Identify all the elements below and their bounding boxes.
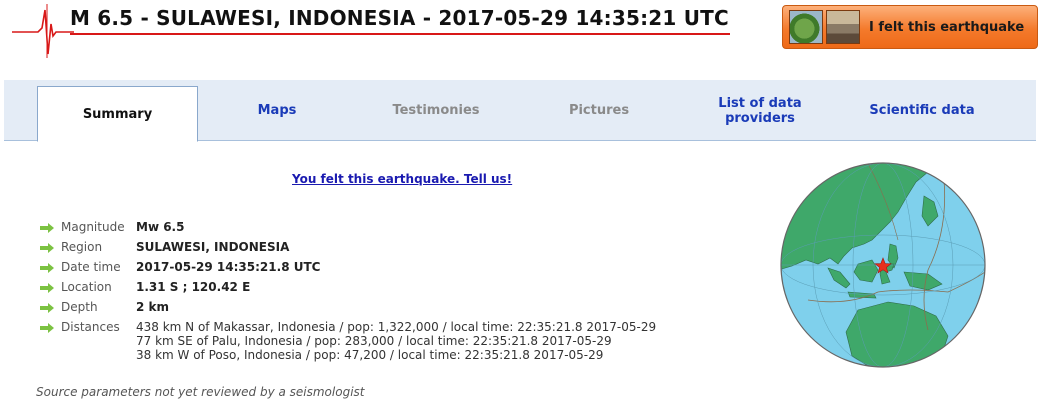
distances-label: Distances [61, 320, 120, 334]
damaged-house-thumbnail-icon [826, 10, 860, 44]
green-arrow-icon [40, 323, 54, 333]
region-label: Region [61, 240, 103, 254]
datetime-label: Date time [61, 260, 121, 274]
green-arrow-icon [40, 283, 54, 293]
distance-line: 38 km W of Poso, Indonesia / pop: 47,200… [136, 348, 604, 362]
tab-bar: Summary Maps Testimonies Pictures List o… [4, 80, 1036, 142]
depth-label: Depth [61, 300, 98, 314]
location-value: 1.31 S ; 120.42 E [136, 280, 251, 294]
location-label: Location [61, 280, 112, 294]
magnitude-label: Magnitude [61, 220, 125, 234]
tab-list-of-data-providers[interactable]: List of data providers [704, 80, 816, 141]
green-arrow-icon [40, 223, 54, 233]
epicenter-globe-map [780, 162, 986, 368]
tab-testimonies: Testimonies [392, 103, 480, 118]
page-header: M 6.5 - SULAWESI, INDONESIA - 2017-05-29… [0, 0, 1045, 62]
felt-button-label: I felt this earthquake [869, 19, 1025, 35]
depth-value: 2 km [136, 300, 170, 314]
distances-list: 438 km N of Makassar, Indonesia / pop: 1… [136, 320, 656, 362]
region-value: SULAWESI, INDONESIA [136, 240, 290, 254]
green-arrow-icon [40, 243, 54, 253]
page-title: M 6.5 - SULAWESI, INDONESIA - 2017-05-29… [70, 6, 729, 30]
magnitude-row: Magnitude Mw 6.5 [40, 220, 184, 234]
tab-maps[interactable]: Maps [198, 80, 356, 141]
source-note: Source parameters not yet reviewed by a … [36, 385, 365, 399]
region-row: Region SULAWESI, INDONESIA [40, 240, 289, 254]
datetime-value: 2017-05-29 14:35:21.8 UTC [136, 260, 321, 274]
tab-pictures: Pictures [568, 103, 630, 118]
felt-earthquake-tell-us-link[interactable]: You felt this earthquake. Tell us! [292, 172, 512, 186]
distances-row: Distances 438 km N of Makassar, Indonesi… [40, 320, 656, 362]
tab-summary[interactable]: Summary [37, 86, 198, 142]
green-arrow-icon [40, 303, 54, 313]
seismogram-logo-icon [12, 4, 74, 58]
location-row: Location 1.31 S ; 120.42 E [40, 280, 250, 294]
green-arrow-icon [40, 263, 54, 273]
distance-line: 438 km N of Makassar, Indonesia / pop: 1… [136, 320, 657, 334]
distance-line: 77 km SE of Palu, Indonesia / pop: 283,0… [136, 334, 612, 348]
map-thumbnail-icon [789, 10, 823, 44]
depth-row: Depth 2 km [40, 300, 169, 314]
datetime-row: Date time 2017-05-29 14:35:21.8 UTC [40, 260, 320, 274]
i-felt-this-earthquake-button[interactable]: I felt this earthquake [782, 5, 1038, 49]
tab-scientific-data[interactable]: Scientific data [840, 80, 1004, 141]
title-underline [70, 33, 730, 35]
magnitude-value: Mw 6.5 [136, 220, 185, 234]
